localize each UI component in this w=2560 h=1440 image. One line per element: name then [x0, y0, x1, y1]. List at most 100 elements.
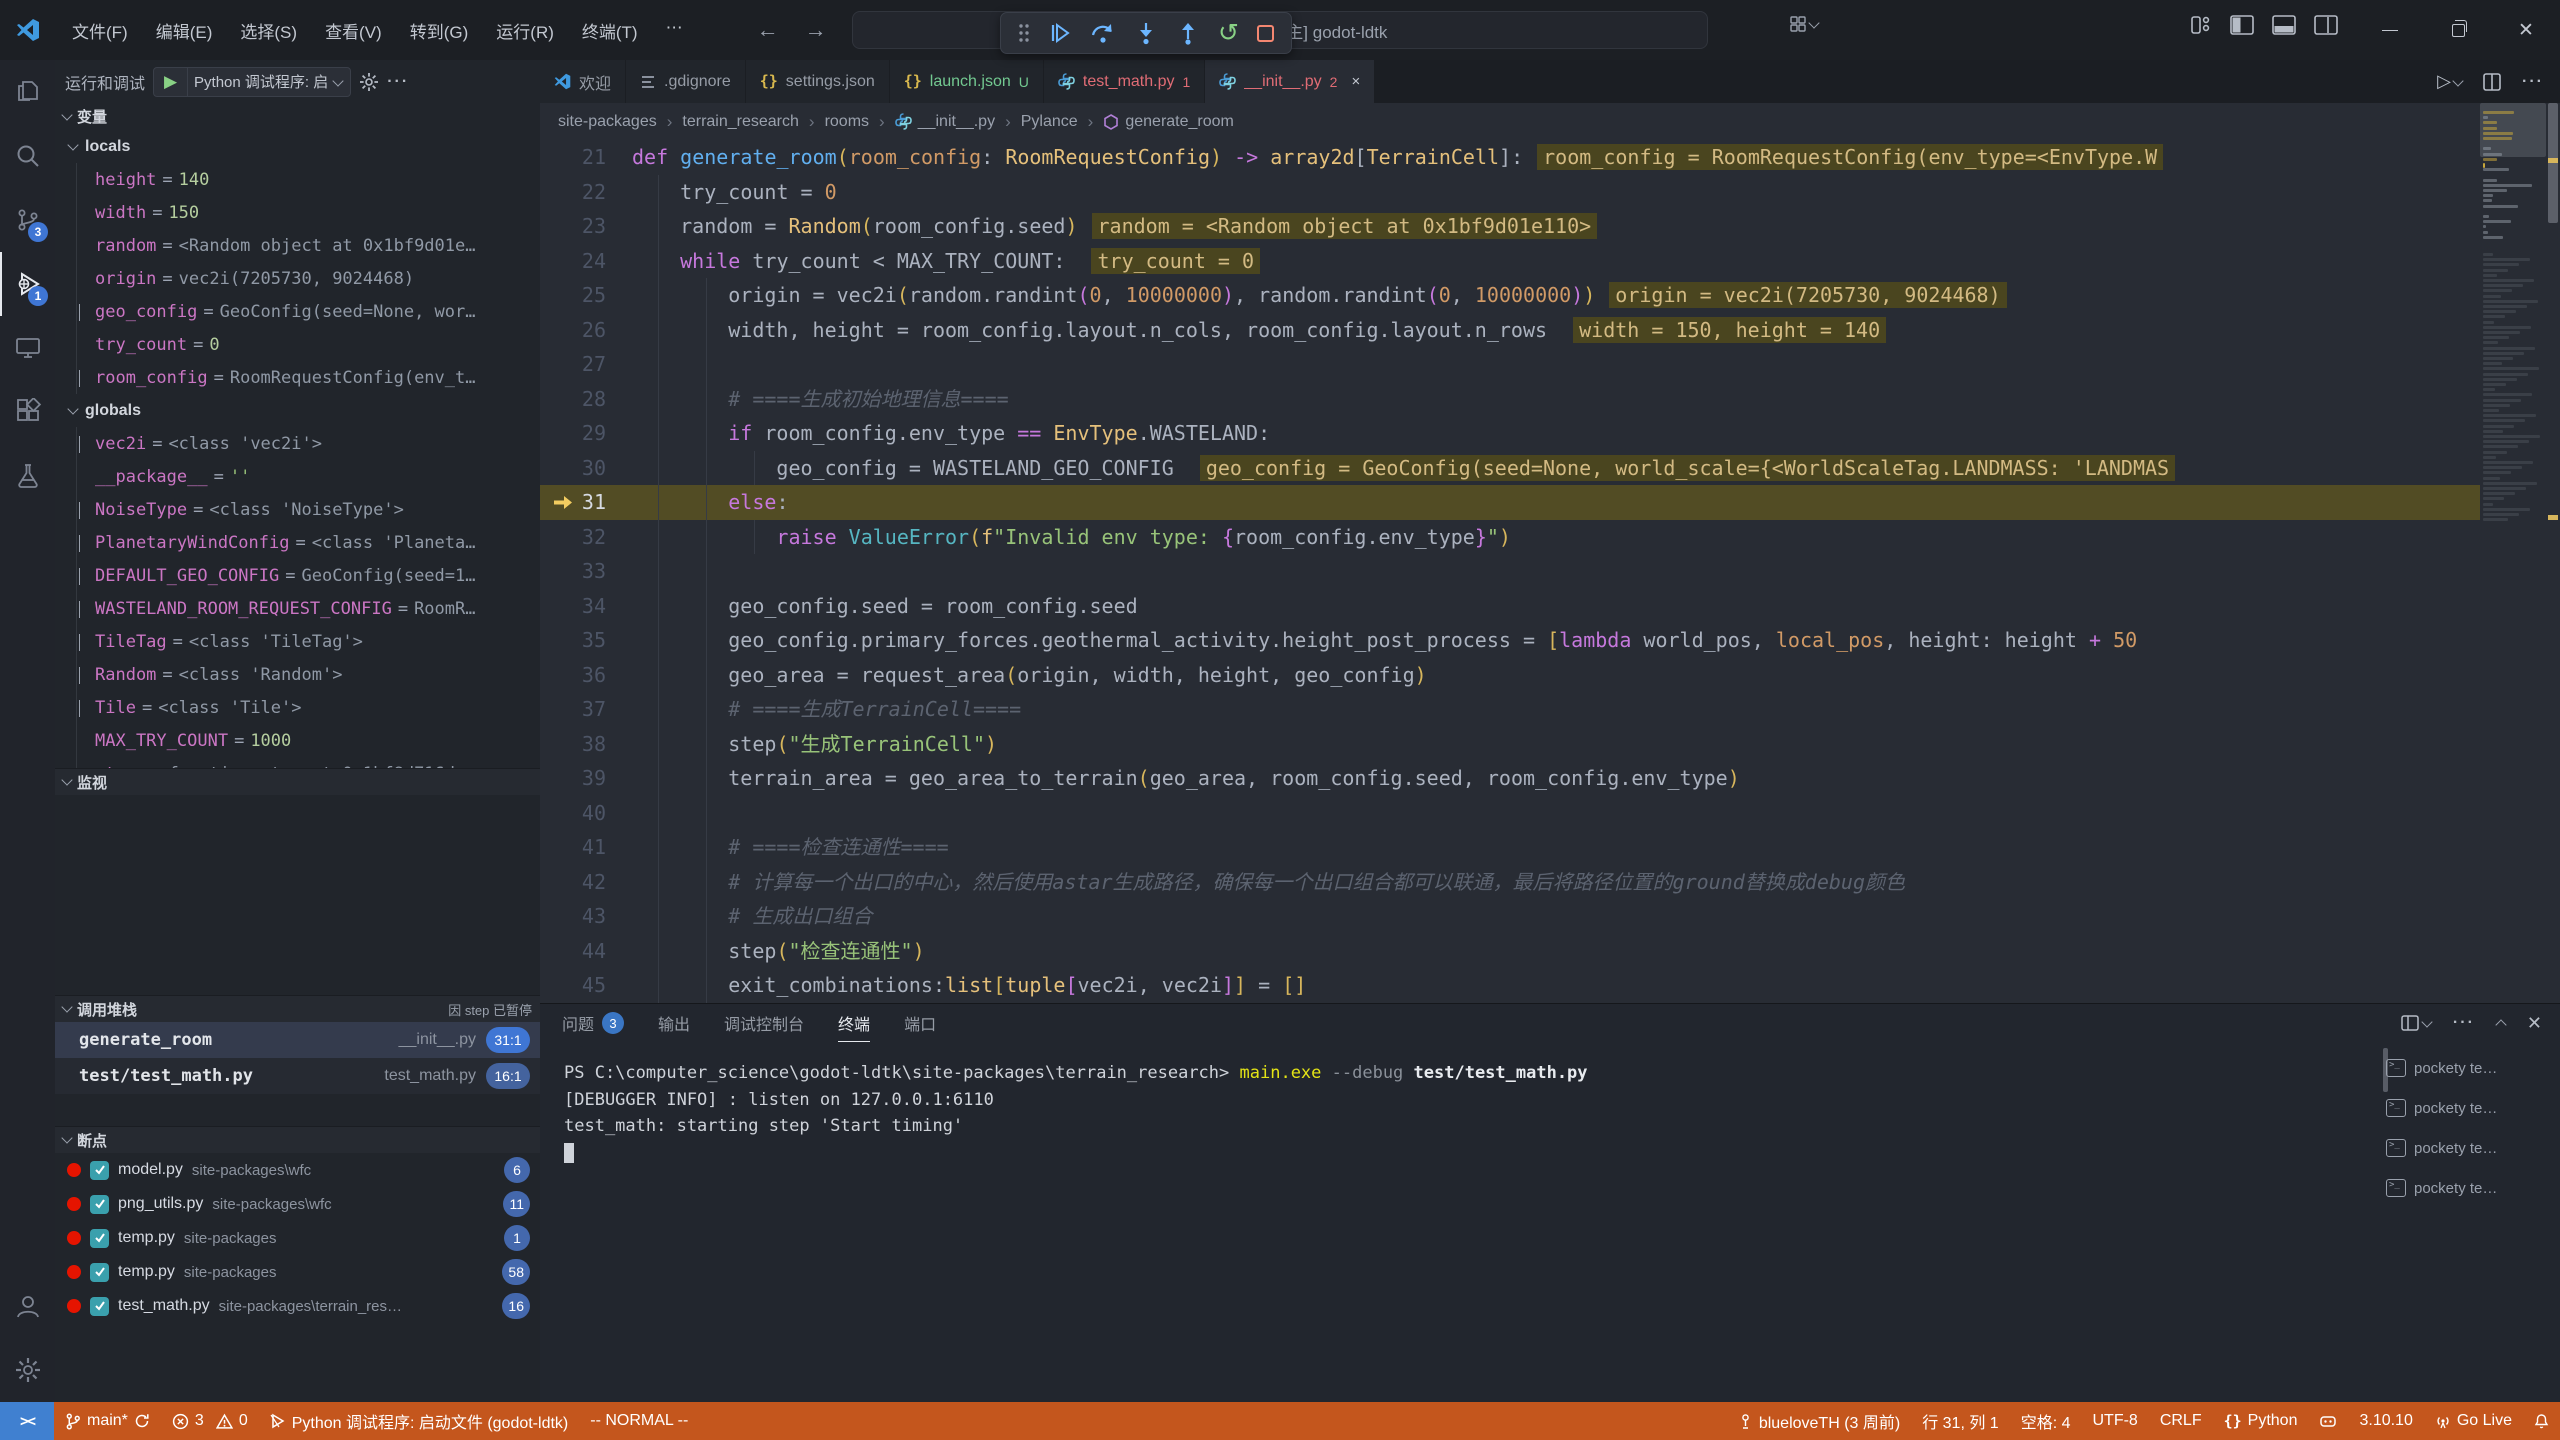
statusbar-copilot[interactable]: [2308, 1402, 2348, 1440]
code-line-32[interactable]: 32raise ValueError(f"Invalid env type: {…: [540, 520, 2480, 555]
panel-tab-终端[interactable]: 终端: [838, 1004, 870, 1042]
restore-button[interactable]: [2424, 0, 2492, 60]
code-line-22[interactable]: 22try_count = 0: [540, 175, 2480, 210]
variable-row[interactable]: TileTag=<class 'TileTag'>: [76, 625, 540, 658]
watch-section-header[interactable]: 监视: [55, 768, 540, 795]
statusbar-debug-status[interactable]: Python 调试程序: 启动文件 (godot-ldtk): [259, 1402, 580, 1440]
code-line-31[interactable]: 31else:: [540, 485, 2480, 520]
code-line-27[interactable]: 27: [540, 347, 2480, 382]
breakpoint-checkbox[interactable]: [90, 1297, 109, 1316]
activity-extensions-icon[interactable]: [0, 380, 55, 444]
variables-group-globals[interactable]: globals: [55, 394, 540, 427]
code-line-43[interactable]: 43# 生成出口组合: [540, 899, 2480, 934]
breadcrumb-item[interactable]: terrain_research: [682, 113, 799, 131]
editor-more-actions-icon[interactable]: ···: [2522, 73, 2544, 91]
code-line-34[interactable]: 34geo_config.seed = room_config.seed: [540, 589, 2480, 624]
breakpoint-checkbox[interactable]: [90, 1195, 109, 1214]
terminal-views-icon[interactable]: [2401, 1014, 2431, 1032]
tab-[interactable]: 欢迎: [540, 60, 626, 103]
tab-settings.json[interactable]: {}settings.json: [746, 60, 890, 103]
step-into-button[interactable]: [1134, 21, 1158, 45]
variable-row[interactable]: Random=<class 'Random'>: [76, 658, 540, 691]
tab-test_math.py[interactable]: test_math.py1: [1044, 60, 1205, 103]
start-debug-icon[interactable]: ▶: [154, 67, 188, 97]
variable-row[interactable]: width=150: [76, 196, 540, 229]
activity-source-control-icon[interactable]: 3: [0, 188, 55, 252]
call-stack-frame[interactable]: generate_room__init__.py31:1: [55, 1022, 540, 1058]
code-line-29[interactable]: 29if room_config.env_type == EnvType.WAS…: [540, 416, 2480, 451]
variable-row[interactable]: try_count=0: [76, 328, 540, 361]
code-line-37[interactable]: 37# ====生成TerrainCell====: [540, 692, 2480, 727]
maximize-panel-icon[interactable]: [2495, 1019, 2506, 1030]
variable-row[interactable]: origin=vec2i(7205730, 9024468): [76, 262, 540, 295]
breakpoints-section-header[interactable]: 断点: [55, 1126, 540, 1153]
code-line-42[interactable]: 42# 计算每一个出口的中心，然后使用astar生成路径，确保每一个出口组合都可…: [540, 865, 2480, 900]
activity-search-icon[interactable]: [0, 124, 55, 188]
variables-section-header[interactable]: 变量: [55, 103, 540, 130]
code-line-45[interactable]: 45exit_combinations:list[tuple[vec2i, ve…: [540, 968, 2480, 1003]
statusbar-language-mode[interactable]: {}Python: [2213, 1402, 2309, 1440]
code-line-30[interactable]: 30geo_config = WASTELAND_GEO_CONFIG geo_…: [540, 451, 2480, 486]
activity-account-icon[interactable]: [0, 1274, 55, 1338]
breadcrumb-item[interactable]: Pylance: [1021, 113, 1078, 131]
launch-config-widget[interactable]: ▶ Python 调试程序: 启: [153, 67, 351, 97]
terminal-instance-item[interactable]: pockety te…: [2386, 1168, 2554, 1208]
toggle-primary-sidebar-icon[interactable]: [2230, 14, 2254, 36]
terminal-instance-item[interactable]: pockety te…: [2386, 1128, 2554, 1168]
menu-item-5[interactable]: 运行(R): [482, 12, 568, 49]
step-out-button[interactable]: [1176, 21, 1200, 45]
statusbar-notifications[interactable]: [2523, 1402, 2560, 1440]
remote-indicator[interactable]: ><: [0, 1402, 54, 1440]
nav-forward-icon[interactable]: →: [805, 17, 827, 43]
menu-more[interactable]: ⋯: [652, 12, 697, 49]
code-line-35[interactable]: 35geo_config.primary_forces.geothermal_a…: [540, 623, 2480, 658]
menu-item-3[interactable]: 查看(V): [311, 12, 396, 49]
variable-row[interactable]: __package__='': [76, 460, 540, 493]
variable-row[interactable]: vec2i=<class 'vec2i'>: [76, 427, 540, 460]
breadcrumb-item[interactable]: __init__.py: [895, 113, 995, 131]
breakpoint-checkbox[interactable]: [90, 1263, 109, 1282]
drag-handle-icon[interactable]: [1018, 23, 1030, 43]
breakpoint-row[interactable]: temp.pysite-packages1: [55, 1221, 540, 1255]
tab-__init__.py[interactable]: __init__.py2×: [1205, 60, 1375, 103]
terminal-output[interactable]: PS C:\computer_science\godot-ldtk\site-p…: [564, 1060, 2360, 1394]
breakpoint-checkbox[interactable]: [90, 1161, 109, 1180]
activity-explorer-icon[interactable]: [0, 60, 55, 124]
menu-item-6[interactable]: 终端(T): [568, 12, 652, 49]
layout-grid-button[interactable]: [1790, 16, 1818, 32]
breakpoint-row[interactable]: model.pysite-packages\wfc6: [55, 1153, 540, 1187]
panel-more-actions-icon[interactable]: ···: [2453, 1014, 2475, 1032]
run-python-file-button[interactable]: ▷: [2437, 71, 2462, 92]
variable-row[interactable]: room_config=RoomRequestConfig(env_t…: [76, 361, 540, 394]
menu-item-2[interactable]: 选择(S): [226, 12, 311, 49]
statusbar-31010[interactable]: 3.10.10: [2348, 1402, 2423, 1440]
statusbar-errors[interactable]: 30: [161, 1402, 259, 1440]
editor-scrollbar[interactable]: [2546, 103, 2560, 1003]
code-line-36[interactable]: 36geo_area = request_area(origin, width,…: [540, 658, 2480, 693]
tab-close-icon[interactable]: ×: [1351, 73, 1360, 90]
statusbar-go-live[interactable]: Go Live: [2424, 1402, 2523, 1440]
variable-row[interactable]: random=<Random object at 0x1bf9d01e…: [76, 229, 540, 262]
code-line-33[interactable]: 33: [540, 554, 2480, 589]
code-editor[interactable]: 21def generate_room(room_config: RoomReq…: [540, 140, 2480, 1003]
panel-tab-输出[interactable]: 输出: [658, 1004, 690, 1042]
minimize-button[interactable]: [2356, 0, 2424, 60]
activity-run-debug-icon[interactable]: 1: [0, 252, 55, 316]
activity-remote-explorer-icon[interactable]: [0, 316, 55, 380]
menu-item-4[interactable]: 转到(G): [396, 12, 483, 49]
variable-row[interactable]: stop=<function stop at 0x1bf8d716d…: [76, 757, 540, 768]
stop-button[interactable]: [1257, 25, 1274, 42]
breakpoint-row[interactable]: temp.pysite-packages58: [55, 1255, 540, 1289]
activity-settings-icon[interactable]: [0, 1338, 55, 1402]
code-line-39[interactable]: 39terrain_area = geo_area_to_terrain(geo…: [540, 761, 2480, 796]
statusbar-UTF8[interactable]: UTF-8: [2081, 1402, 2148, 1440]
breadcrumb-item[interactable]: generate_room: [1103, 113, 1234, 131]
menu-item-0[interactable]: 文件(F): [58, 12, 142, 49]
code-line-23[interactable]: 23random = Random(room_config.seed)rando…: [540, 209, 2480, 244]
call-stack-frame[interactable]: test/test_math.pytest_math.py16:1: [55, 1058, 540, 1094]
nav-back-icon[interactable]: ←: [757, 17, 779, 43]
toggle-panel-icon[interactable]: [2272, 14, 2296, 36]
minimap[interactable]: [2480, 103, 2546, 1003]
close-window-button[interactable]: ✕: [2492, 0, 2560, 60]
code-line-40[interactable]: 40: [540, 796, 2480, 831]
